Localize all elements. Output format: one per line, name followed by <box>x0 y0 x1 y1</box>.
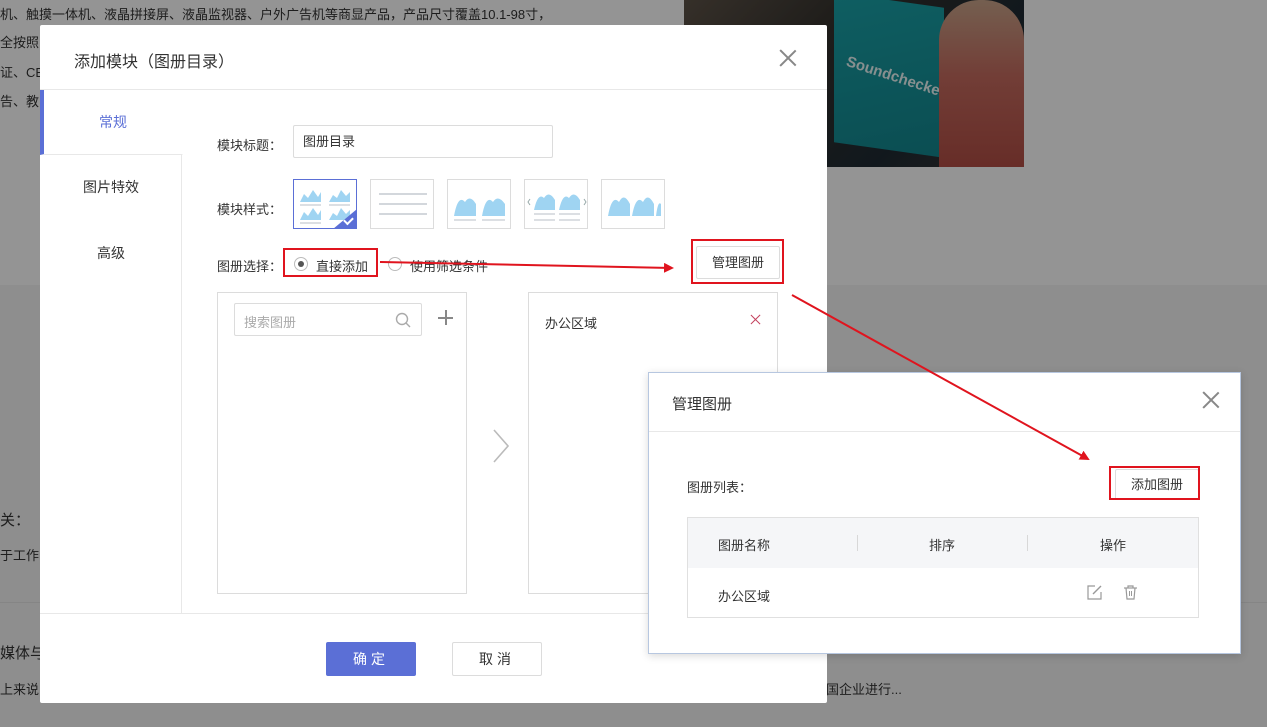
radio-direct-add-label[interactable]: 直接添加 <box>316 256 368 275</box>
radio-use-filter[interactable] <box>388 257 402 271</box>
search-icon[interactable] <box>395 312 411 328</box>
selected-album-item: 办公区域 <box>545 316 598 331</box>
table-cell-name: 办公区域 <box>718 589 771 604</box>
style-option-wide[interactable] <box>601 179 665 229</box>
radio-use-filter-label[interactable]: 使用筛选条件 <box>410 256 488 275</box>
search-placeholder: 搜索图册 <box>244 315 297 330</box>
style-wide-icon <box>608 197 661 216</box>
album-list-label: 图册列表： <box>687 480 753 495</box>
style-two-column-icon <box>454 198 505 221</box>
module-style-label: 模块样式： <box>217 202 283 217</box>
album-source-panel: 搜索图册 <box>217 292 467 594</box>
cancel-button[interactable]: 取消 <box>452 642 542 676</box>
dialog-header: 管理图册 <box>649 373 1240 432</box>
modal-title: 添加模块（图册目录） <box>74 54 235 71</box>
style-option-two-column[interactable] <box>447 179 511 229</box>
style-carousel-icon <box>527 194 587 221</box>
column-header-sort: 排序 <box>929 538 956 553</box>
chevron-right-icon[interactable] <box>490 428 512 464</box>
side-nav-item-image-effects[interactable]: 图片特效 <box>40 155 182 220</box>
side-nav: 常规 图片特效 高级 <box>40 90 183 613</box>
column-separator <box>1027 535 1028 551</box>
album-select-label: 图册选择： <box>217 259 283 274</box>
dialog-title: 管理图册 <box>672 396 733 413</box>
close-icon[interactable] <box>779 49 797 67</box>
album-table: 图册名称 排序 操作 办公区域 <box>687 517 1199 618</box>
confirm-button[interactable]: 确定 <box>326 642 416 676</box>
remove-icon[interactable] <box>750 314 762 326</box>
add-album-button[interactable]: 添加图册 <box>1115 469 1199 500</box>
add-icon[interactable] <box>438 310 454 326</box>
manage-albums-dialog: 管理图册 图册列表： 添加图册 图册名称 排序 操作 办公区域 <box>648 372 1241 654</box>
module-title-input[interactable]: 图册目录 <box>293 125 553 158</box>
manage-albums-button[interactable]: 管理图册 <box>696 246 780 279</box>
side-nav-item-advanced[interactable]: 高级 <box>40 221 182 286</box>
column-header-actions: 操作 <box>1100 538 1127 553</box>
side-nav-item-general[interactable]: 常规 <box>40 90 183 155</box>
style-option-grid[interactable] <box>293 179 357 229</box>
table-header: 图册名称 排序 操作 <box>688 518 1198 568</box>
column-header-name: 图册名称 <box>718 538 771 553</box>
edit-icon[interactable] <box>1086 584 1103 601</box>
album-search-input[interactable]: 搜索图册 <box>234 303 422 336</box>
style-option-carousel[interactable] <box>524 179 588 229</box>
modal-header: 添加模块（图册目录） <box>40 25 827 90</box>
close-icon[interactable] <box>1202 391 1220 409</box>
delete-icon[interactable] <box>1122 584 1139 601</box>
module-title-label: 模块标题： <box>217 138 283 153</box>
radio-direct-add[interactable] <box>294 257 308 271</box>
style-option-list[interactable] <box>370 179 434 229</box>
column-separator <box>857 535 858 551</box>
style-list-icon <box>379 193 427 215</box>
